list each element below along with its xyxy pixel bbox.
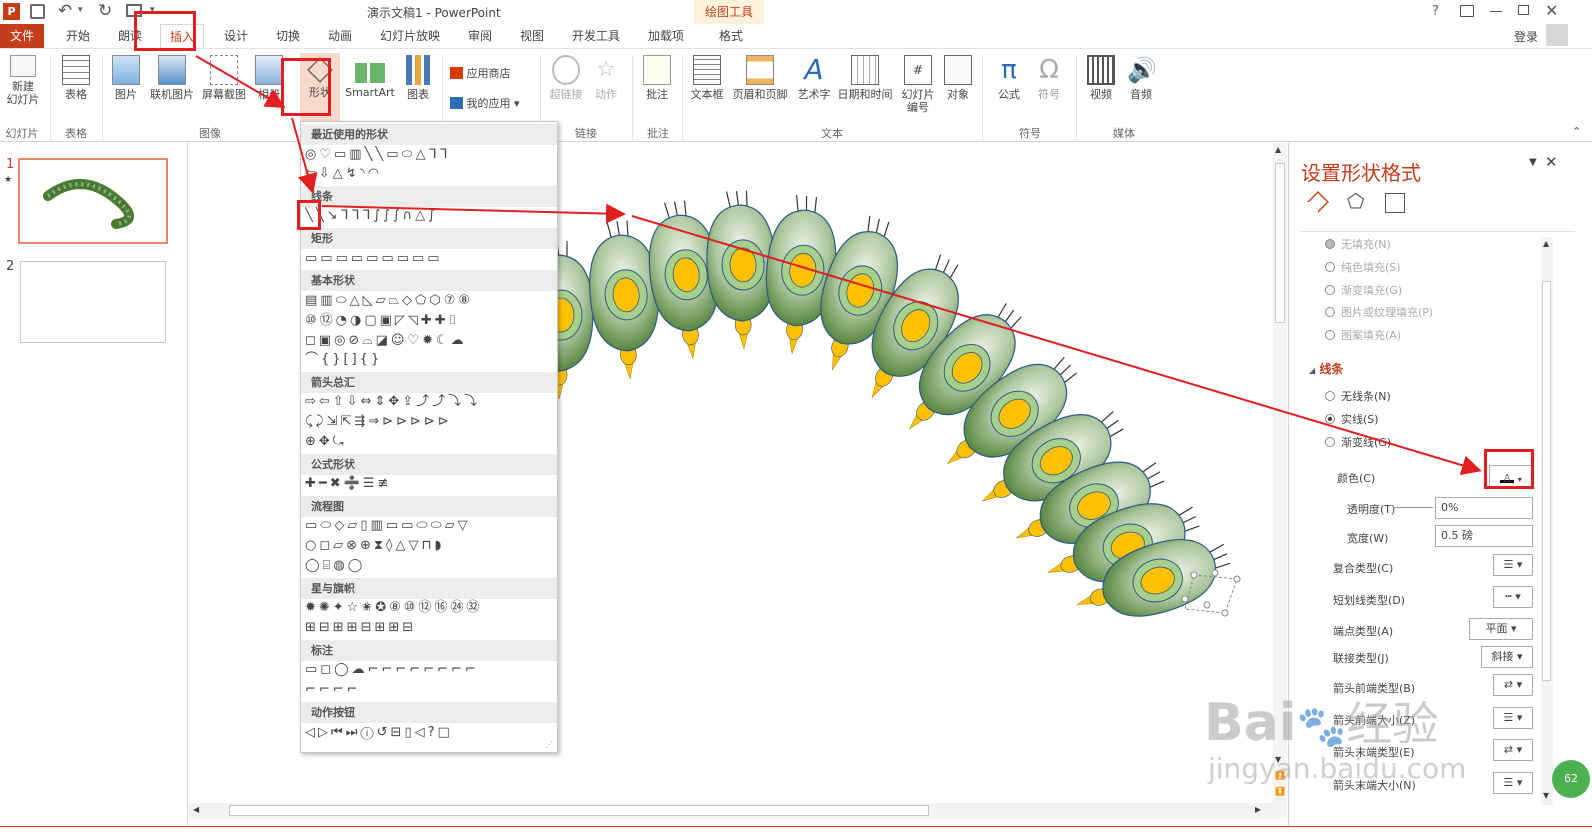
watermark-brand: Bai xyxy=(1204,693,1297,753)
arrow-insert-to-shapes xyxy=(195,55,286,109)
arrow-shapes-to-line xyxy=(291,117,318,194)
arrow-line-to-canvas xyxy=(321,203,626,224)
watermark: Bai🐾经验 xyxy=(1204,688,1438,754)
arrow-canvas-to-color xyxy=(631,215,1482,475)
watermark-url: jingyan.baidu.com xyxy=(1208,752,1467,785)
status-bar xyxy=(0,826,1592,840)
watermark-suffix: 经验 xyxy=(1346,697,1439,751)
watermark-paw-icon: 🐾 xyxy=(1296,704,1347,750)
float-badge[interactable]: 62 xyxy=(1552,760,1590,798)
